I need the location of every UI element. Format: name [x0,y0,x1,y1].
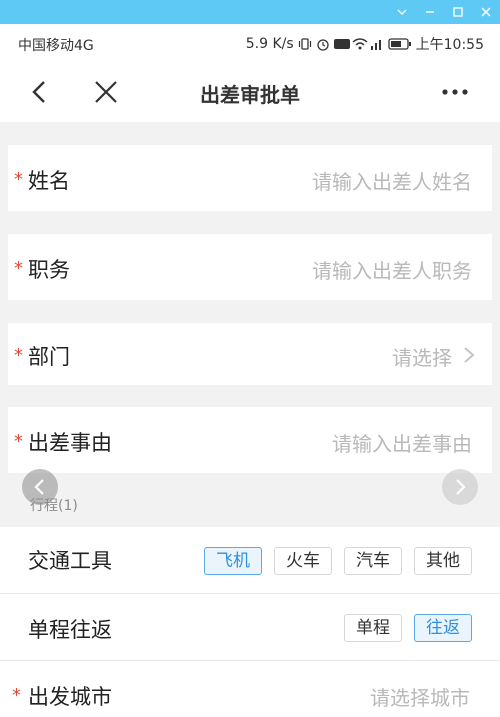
trip-option-one-way[interactable]: 单程 [344,614,402,642]
previous-arrow-button[interactable] [22,469,58,505]
transport-option-plane[interactable]: 飞机 [204,547,262,575]
minimize-icon[interactable] [416,0,444,24]
departure-city-select[interactable]: 请选择城市 [370,682,470,711]
chevron-right-icon [456,479,466,495]
position-label: 职务 [28,258,70,282]
department-field-row[interactable]: * 部门 请选择 [8,323,492,385]
required-marker: * [12,685,21,706]
name-input[interactable]: 请输入出差人姓名 [312,166,472,195]
transport-label: 交通工具 [28,549,112,573]
position-input[interactable]: 请输入出差人职务 [312,255,472,284]
carrier-label: 中国移动4G [18,38,94,54]
trip-option-round-trip[interactable]: 往返 [414,614,472,642]
required-marker: * [14,431,23,452]
department-label: 部门 [28,345,70,369]
hd-icon [333,37,350,51]
signal-icon [370,37,384,51]
reason-input[interactable]: 请输入出差事由 [332,428,472,457]
maximize-icon[interactable] [444,0,472,24]
department-select[interactable]: 请选择 [392,342,452,371]
transport-row: 交通工具 飞机 火车 汽车 其他 [0,527,500,593]
trip-type-label: 单程往返 [28,618,112,642]
more-icon[interactable] [440,80,470,104]
reason-label: 出差事由 [28,431,112,455]
chevron-right-icon [462,345,476,365]
wifi-icon [352,37,368,51]
clock: 上午10:55 [415,37,484,53]
name-field-row[interactable]: * 姓名 请输入出差人姓名 [8,145,492,211]
chevron-left-icon [34,479,44,495]
chevron-down-icon[interactable] [388,0,416,24]
status-bar: 中国移动4G 5.9 K/s 上午10:55 [0,24,500,62]
transport-option-other[interactable]: 其他 [414,547,472,575]
vibrate-icon [298,37,312,51]
departure-city-label: 出发城市 [28,685,112,709]
window-title-bar [0,0,500,24]
alarm-icon [316,37,330,51]
required-marker: * [14,169,23,190]
transport-option-train[interactable]: 火车 [274,547,332,575]
name-label: 姓名 [28,169,70,193]
navigation-bar: 出差审批单 [0,62,500,122]
next-arrow-button[interactable] [442,469,478,505]
page-title: 出差审批单 [200,83,300,107]
departure-city-row[interactable]: * 出发城市 请选择城市 [0,661,500,717]
required-marker: * [14,345,23,366]
close-window-icon[interactable] [472,0,500,24]
trip-type-row: 单程往返 单程 往返 [0,594,500,660]
battery-icon [387,37,412,51]
reason-field-row[interactable]: * 出差事由 请输入出差事由 [8,407,492,473]
network-speed: 5.9 K/s [245,36,294,52]
required-marker: * [14,258,23,279]
transport-option-car[interactable]: 汽车 [344,547,402,575]
position-field-row[interactable]: * 职务 请输入出差人职务 [8,234,492,300]
